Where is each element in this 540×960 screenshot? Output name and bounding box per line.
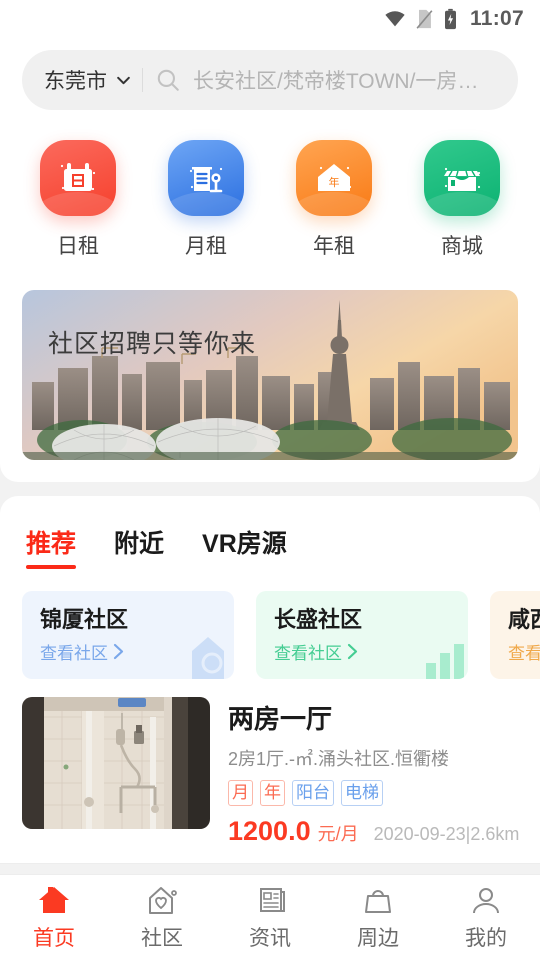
building-pin-icon xyxy=(168,140,244,216)
city-skyline-sunset-photo xyxy=(22,290,518,460)
user-icon xyxy=(473,887,499,913)
listing-meta: 2020-09-23|2.6km xyxy=(373,824,520,844)
chevron-right-icon xyxy=(347,643,358,660)
listing-tag: 年 xyxy=(260,780,285,806)
listing-card: 推荐 附近 VR房源 锦厦社区 查看社区 长盛社区 查看社区 咸 查看 两房一厅… xyxy=(0,496,540,864)
nav-item-community[interactable]: 社区 xyxy=(108,884,216,952)
search-section: 东莞市 长安社区/梵帝楼TOWN/一房一厅 xyxy=(0,50,540,110)
community-title: 咸西社区 xyxy=(508,607,540,632)
community-card-list[interactable]: 锦厦社区 查看社区 长盛社区 查看社区 咸 查看 xyxy=(0,569,540,679)
quick-entry-label: 月租 xyxy=(185,235,227,258)
search-icon xyxy=(157,69,179,91)
house-year-icon: 年 xyxy=(296,140,372,216)
listing-tag: 电梯 xyxy=(341,780,383,806)
nav-item-profile[interactable]: 我的 xyxy=(432,884,540,952)
listing-subtitle: 2房1厅.-㎡.涌头社区.恒衢楼 xyxy=(228,749,450,769)
listing-tags: 月 年 阳台 电梯 xyxy=(228,780,518,806)
nav-label: 社区 xyxy=(141,926,183,950)
status-bar: 11:07 xyxy=(0,0,540,38)
quick-entry-mall[interactable]: 商城 xyxy=(398,140,526,260)
community-card[interactable]: 长盛社区 查看社区 xyxy=(256,591,468,679)
listing-price-row: 1200.0 元/月 2020-09-23|2.6km xyxy=(228,816,520,847)
community-title: 锦厦社区 xyxy=(40,607,129,632)
nav-label: 我的 xyxy=(465,926,507,950)
bottom-nav-bar: 首页 社区 资讯 周边 我的 xyxy=(0,874,540,960)
house-icon xyxy=(192,637,224,679)
bag-icon xyxy=(365,889,391,913)
status-bar-clock: 11:07 xyxy=(469,7,524,30)
listing-price: 1200.0 xyxy=(228,816,311,846)
community-house-heart-icon xyxy=(149,886,177,914)
search-bar[interactable]: 东莞市 长安社区/梵帝楼TOWN/一房一厅 xyxy=(22,50,518,110)
home-icon xyxy=(39,886,69,913)
tab-bar: 推荐 附近 VR房源 xyxy=(0,506,540,569)
listing-info: 两房一厅 2房1厅.-㎡.涌头社区.恒衢楼 月 年 阳台 电梯 1200.0 元… xyxy=(228,697,520,847)
quick-entry-label: 年租 xyxy=(313,235,355,258)
quick-entry-label: 商城 xyxy=(441,235,483,258)
listing-tag: 月 xyxy=(228,780,253,806)
promo-banner[interactable]: 社区招聘只等你来 xyxy=(22,290,518,460)
nav-label: 首页 xyxy=(33,926,75,950)
nav-label: 周边 xyxy=(357,926,399,950)
tab-recommend[interactable]: 推荐 xyxy=(26,524,77,569)
banner-section: 社区招聘只等你来 xyxy=(0,260,540,460)
calendar-day-icon xyxy=(40,140,116,216)
chevron-right-icon xyxy=(113,643,124,660)
tab-vr[interactable]: VR房源 xyxy=(202,524,287,569)
community-link-label: 查看社区 xyxy=(508,644,540,663)
listing-item[interactable]: 两房一厅 2房1厅.-㎡.涌头社区.恒衢楼 月 年 阳台 电梯 1200.0 元… xyxy=(0,679,540,863)
app-screen: 11:07 东莞市 长安社区/梵帝楼TOWN/一房一厅 日租 月租 年 年租 商… xyxy=(0,0,540,960)
quick-entry-monthly[interactable]: 月租 xyxy=(142,140,270,260)
community-card[interactable]: 锦厦社区 查看社区 xyxy=(22,591,234,679)
listing-tag: 阳台 xyxy=(292,780,334,806)
chevron-down-icon[interactable] xyxy=(115,72,132,89)
search-input[interactable]: 长安社区/梵帝楼TOWN/一房一厅 xyxy=(193,65,496,95)
community-link-label: 查看社区 xyxy=(274,644,342,663)
quick-entry-yearly[interactable]: 年 年租 xyxy=(270,140,398,260)
bathroom-photo xyxy=(22,697,210,829)
quick-entry-row: 日租 月租 年 年租 商城 xyxy=(0,110,540,260)
svg-text:年: 年 xyxy=(329,175,340,189)
bar-chart-icon xyxy=(426,644,464,679)
community-card[interactable]: 咸西社区 查看社区 xyxy=(490,591,540,679)
top-card: 东莞市 长安社区/梵帝楼TOWN/一房一厅 日租 月租 年 年租 商城 社区招聘… xyxy=(0,38,540,482)
listing-thumbnail xyxy=(22,697,210,829)
quick-entry-label: 日租 xyxy=(57,235,99,258)
community-link[interactable]: 查看社区 xyxy=(508,639,540,664)
tab-nearby[interactable]: 附近 xyxy=(114,524,164,569)
nav-label: 资讯 xyxy=(249,926,291,950)
nav-item-nearby[interactable]: 周边 xyxy=(324,884,432,952)
community-title: 长盛社区 xyxy=(274,607,363,632)
city-selector-label[interactable]: 东莞市 xyxy=(44,65,107,95)
battery-charging-icon xyxy=(444,8,456,30)
no-sim-icon xyxy=(416,9,433,29)
banner-title: 社区招聘只等你来 xyxy=(48,330,257,358)
listing-title: 两房一厅 xyxy=(228,704,333,734)
wifi-icon xyxy=(385,11,405,27)
listing-divider xyxy=(0,863,540,864)
news-icon xyxy=(260,887,285,912)
search-divider xyxy=(142,68,143,92)
listing-price-unit: 元/月 xyxy=(317,824,359,844)
nav-item-home[interactable]: 首页 xyxy=(0,884,108,952)
shop-icon xyxy=(424,140,500,216)
nav-item-news[interactable]: 资讯 xyxy=(216,884,324,952)
quick-entry-daily[interactable]: 日租 xyxy=(14,140,142,260)
community-link-label: 查看社区 xyxy=(40,644,108,663)
